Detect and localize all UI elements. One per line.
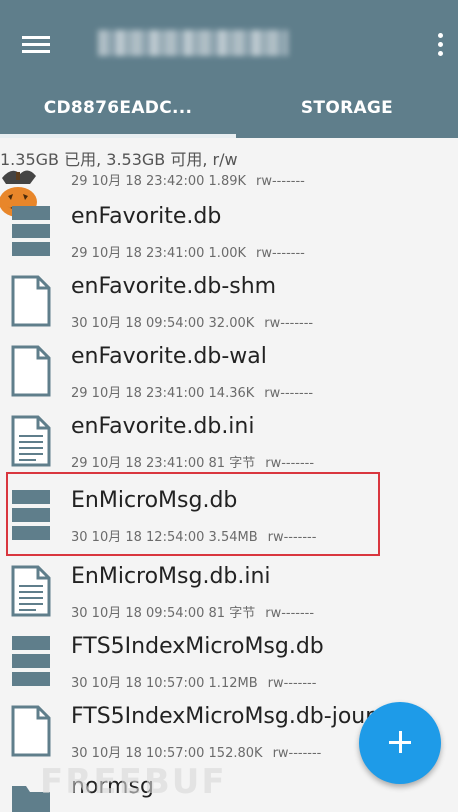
file-meta: 29 10月 18 23:42:00 1.89K rw-------: [71, 174, 305, 189]
file-row[interactable]: enFavorite.db-shm 30 10月 18 09:54:00 32.…: [0, 266, 458, 336]
watermark-text: FREEBUF: [40, 762, 227, 802]
database-icon: [12, 636, 50, 686]
tab-device[interactable]: CD8876EADC...: [0, 90, 236, 130]
file-name: FTS5IndexMicroMsg.db: [71, 634, 324, 659]
file-row[interactable]: enFavorite.db.ini 29 10月 18 23:41:00 81 …: [0, 406, 458, 476]
file-meta: 30 10月 18 09:54:00 32.00K rw-------: [71, 316, 314, 331]
file-name: enFavorite.db: [71, 204, 222, 229]
more-options-icon[interactable]: [434, 32, 446, 58]
file-meta: 30 10月 18 10:57:00 152.80K rw-------: [71, 746, 322, 761]
file-icon: [11, 345, 51, 397]
tab-indicator: [0, 134, 236, 138]
file-meta: 30 10月 18 10:57:00 1.12MB rw-------: [71, 676, 317, 691]
text-file-icon: [11, 565, 51, 617]
file-icon: [11, 705, 51, 757]
database-icon: [12, 206, 50, 256]
add-fab-button[interactable]: [359, 702, 441, 784]
file-row[interactable]: enFavorite.db-wal 29 10月 18 23:41:00 14.…: [0, 336, 458, 406]
file-name: enFavorite.db.ini: [71, 414, 255, 439]
tab-storage[interactable]: STORAGE: [236, 90, 458, 130]
file-row[interactable]: enFavorite.db 29 10月 18 23:41:00 1.00K rw…: [0, 196, 458, 266]
file-icon: [11, 275, 51, 327]
file-name: enFavorite.db-shm: [71, 274, 277, 299]
hamburger-menu-icon[interactable]: [22, 34, 50, 56]
text-file-icon: [11, 415, 51, 467]
file-meta: 29 10月 18 23:41:00 14.36K rw-------: [71, 386, 314, 401]
highlight-box: [6, 472, 380, 556]
file-row[interactable]: FTS5IndexMicroMsg.db 30 10月 18 10:57:00 …: [0, 626, 458, 696]
app-bar: CD8876EADC... STORAGE: [0, 0, 458, 138]
file-name: FTS5IndexMicroMsg.db-journal: [71, 704, 408, 729]
file-name: enFavorite.db-wal: [71, 344, 267, 369]
file-meta: 29 10月 18 23:41:00 1.00K rw-------: [71, 246, 305, 261]
redacted-path-title: [98, 30, 288, 56]
file-name: EnMicroMsg.db.ini: [71, 564, 271, 589]
file-meta: 29 10月 18 23:41:00 81 字节 rw-------: [71, 456, 315, 471]
file-meta: 30 10月 18 09:54:00 81 字节 rw-------: [71, 606, 315, 621]
file-row[interactable]: EnMicroMsg.db.ini 30 10月 18 09:54:00 81 …: [0, 556, 458, 626]
